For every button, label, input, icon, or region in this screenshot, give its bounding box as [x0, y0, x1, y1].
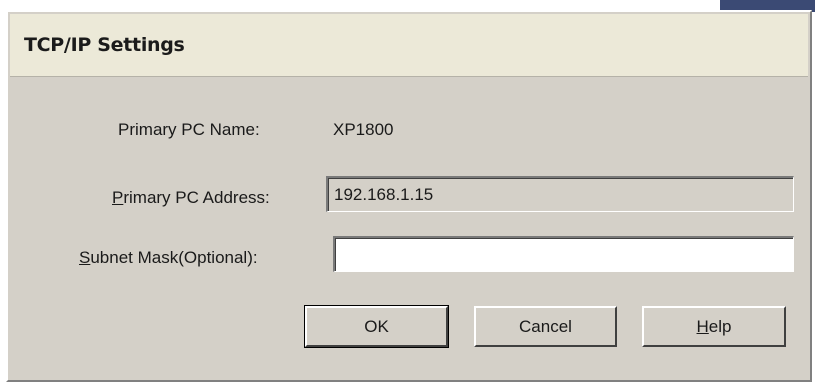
help-label-text: elp	[708, 316, 732, 336]
subnet-mask-label: Subnet Mask(Optional):	[79, 248, 258, 268]
primary-pc-address-accel: P	[112, 188, 124, 207]
primary-pc-address-field[interactable]	[326, 176, 794, 212]
primary-pc-address-label: Primary PC Address:	[112, 188, 270, 208]
primary-pc-address-label-text: rimary PC Address:	[123, 188, 270, 207]
help-accel: H	[696, 316, 709, 336]
help-button-label: Help	[697, 318, 732, 335]
cancel-button-label: Cancel	[519, 316, 572, 336]
dialog-header: TCP/IP Settings	[10, 14, 808, 77]
subnet-mask-accel: S	[79, 248, 91, 267]
subnet-mask-label-text: ubnet Mask(Optional):	[90, 248, 258, 267]
help-button[interactable]: Help	[642, 306, 786, 347]
window-frame: TCP/IP Settings Primary PC Name: XP1800 …	[0, 0, 817, 385]
dialog-title: TCP/IP Settings	[24, 34, 185, 56]
subnet-mask-field[interactable]	[333, 236, 794, 272]
ok-button[interactable]: OK	[304, 305, 449, 348]
ok-button-label: OK	[364, 316, 389, 336]
cancel-button[interactable]: Cancel	[474, 306, 617, 347]
primary-pc-name-label: Primary PC Name:	[118, 120, 260, 139]
primary-pc-name-value: XP1800	[333, 120, 394, 139]
tcpip-settings-dialog: TCP/IP Settings Primary PC Name: XP1800 …	[6, 10, 812, 382]
